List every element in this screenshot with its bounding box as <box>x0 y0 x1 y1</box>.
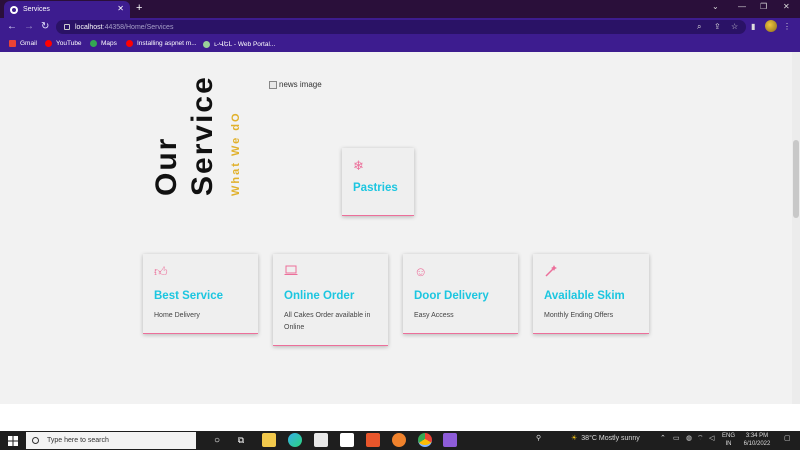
taskbar-search-input[interactable]: Type here to search <box>26 432 196 449</box>
broken-image-icon <box>269 80 277 89</box>
address-bar[interactable]: localhost :44358/Home/Services <box>56 20 746 34</box>
card-desc: Home Delivery <box>154 312 200 319</box>
edge-icon[interactable] <box>288 433 302 447</box>
bookmarks-bar: Gmail YouTube Maps Installing aspnet m..… <box>0 36 800 52</box>
scrollbar-track[interactable] <box>792 52 800 404</box>
service-card-online-order[interactable]: Online Order All Cakes Order available i… <box>273 254 388 346</box>
tab-search-icon[interactable]: ⌄ <box>712 2 719 11</box>
network-icon[interactable]: ◍ <box>686 434 692 442</box>
smile-icon: ☺ <box>414 264 428 279</box>
service-card-pastries[interactable]: ❄ Pastries <box>342 148 414 216</box>
page-body <box>0 52 792 404</box>
laptop-icon <box>284 264 377 280</box>
globe-icon <box>10 5 18 14</box>
windows-taskbar: Type here to search ○ ⧉ ⚲ ☀ 38°C Mostly … <box>0 431 800 450</box>
chrome-icon[interactable] <box>418 433 432 447</box>
card-desc: All Cakes Order available in Online <box>284 312 371 331</box>
share-icon[interactable]: ⇪ <box>714 22 721 31</box>
card-desc: Easy Access <box>414 312 454 319</box>
thumbs-up-icon: 👍︎ <box>154 264 168 279</box>
close-window-icon[interactable]: ✕ <box>783 2 790 11</box>
notifications-icon[interactable]: ▢ <box>784 434 791 442</box>
news-image-alt: news image <box>279 80 322 89</box>
heading-our: Our <box>150 136 183 196</box>
new-tab-button[interactable]: + <box>136 2 142 14</box>
tab-title: Services <box>23 6 50 13</box>
reload-icon[interactable]: ↻ <box>41 21 49 32</box>
mail-icon[interactable] <box>340 433 354 447</box>
bookmark-installing-aspnet[interactable]: Installing aspnet m... <box>126 40 197 47</box>
card-title: Best Service <box>154 290 224 302</box>
service-card-available-skim[interactable]: Available Skim Monthly Ending Offers <box>533 254 649 334</box>
scrollbar-thumb[interactable] <box>793 140 799 218</box>
bookmark-web-portal[interactable]: ւ-ՎԵԼ - Web Portal... <box>203 40 275 48</box>
address-path: :44358/Home/Services <box>102 23 174 31</box>
card-title: Pastries <box>353 182 398 194</box>
visual-studio-icon[interactable] <box>443 433 457 447</box>
firefox-icon[interactable] <box>392 433 406 447</box>
magic-wand-icon <box>544 264 638 280</box>
browser-tab-bar: Services ✕ + ⌄ — ❐ ✕ <box>0 0 800 18</box>
side-panel-icon[interactable]: ▮ <box>751 22 755 31</box>
minimize-icon[interactable]: — <box>738 2 746 11</box>
service-card-door-delivery[interactable]: ☺ Door Delivery Easy Access <box>403 254 518 334</box>
windows-start-icon[interactable] <box>6 431 20 450</box>
cortana-icon[interactable]: ○ <box>210 431 224 450</box>
search-icon <box>32 437 39 444</box>
bookmark-gmail[interactable]: Gmail <box>9 40 37 47</box>
bookmark-youtube[interactable]: YouTube <box>45 40 82 47</box>
bookmark-star-icon[interactable]: ☆ <box>731 22 738 31</box>
zoom-icon[interactable]: ⌕ <box>697 22 701 32</box>
service-card-best-service[interactable]: 👍︎ Best Service Home Delivery <box>143 254 258 334</box>
address-host: localhost <box>75 23 103 31</box>
volume-icon[interactable]: ◁ <box>709 434 714 442</box>
store-icon[interactable] <box>314 433 328 447</box>
maps-icon <box>90 40 97 47</box>
card-desc: Monthly Ending Offers <box>544 312 614 319</box>
profile-avatar[interactable] <box>765 20 777 32</box>
battery-icon[interactable]: ▭ <box>673 434 680 442</box>
forward-icon[interactable]: → <box>24 21 34 32</box>
heading-service: Service <box>186 75 219 196</box>
language-indicator[interactable]: ENG IN <box>722 432 735 448</box>
snowflake-icon: ❄ <box>353 158 364 173</box>
menu-icon[interactable]: ⋮ <box>783 22 791 31</box>
back-icon[interactable]: ← <box>7 21 17 32</box>
youtube-icon <box>126 40 133 47</box>
gmail-icon <box>9 40 16 47</box>
task-view-icon[interactable]: ⧉ <box>234 431 248 450</box>
file-explorer-icon[interactable] <box>262 433 276 447</box>
youtube-icon <box>45 40 52 47</box>
office-icon[interactable] <box>366 433 380 447</box>
browser-toolbar: ← → ↻ localhost :44358/Home/Services ⌕ ⇪… <box>0 18 800 36</box>
news-image: news image <box>269 80 322 89</box>
weather-widget[interactable]: ☀ 38°C Mostly sunny <box>571 434 640 443</box>
card-title: Online Order <box>284 290 355 302</box>
chevron-up-icon[interactable]: ⌃ <box>660 434 666 442</box>
portal-icon <box>203 40 210 48</box>
wifi-icon[interactable]: ⌔ <box>697 434 704 443</box>
page-footer-band <box>0 404 800 431</box>
lock-icon <box>64 24 70 30</box>
people-icon[interactable]: ⚲ <box>536 434 541 442</box>
clock[interactable]: 3:34 PM 6/10/2022 <box>740 432 774 448</box>
tab-services[interactable]: Services ✕ <box>4 1 130 18</box>
sun-icon: ☀ <box>571 435 578 442</box>
close-tab-icon[interactable]: ✕ <box>117 4 124 13</box>
subheading-what-we-do: What We dO <box>230 111 242 196</box>
bookmark-maps[interactable]: Maps <box>90 40 117 47</box>
restore-icon[interactable]: ❐ <box>760 2 767 11</box>
card-title: Door Delivery <box>414 290 489 302</box>
card-title: Available Skim <box>544 290 625 302</box>
